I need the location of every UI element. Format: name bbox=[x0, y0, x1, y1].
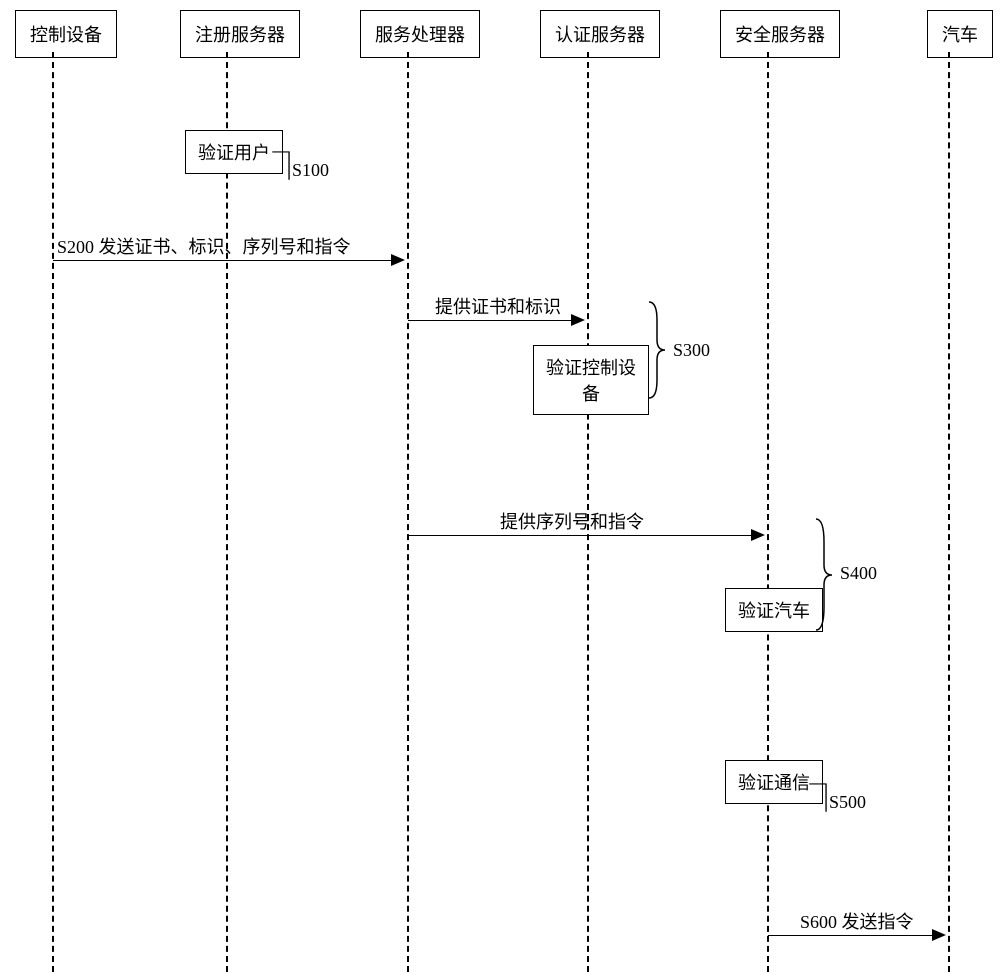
arrow-head-cert-id bbox=[571, 314, 585, 326]
lifeline-control-device bbox=[52, 52, 54, 972]
arrow-head-s200 bbox=[391, 254, 405, 266]
lifeline-service-processor bbox=[407, 52, 409, 972]
step-label-s300: S300 bbox=[673, 340, 710, 361]
participant-control-device: 控制设备 bbox=[15, 10, 117, 58]
participant-register-server: 注册服务器 bbox=[180, 10, 300, 58]
participant-auth-server: 认证服务器 bbox=[540, 10, 660, 58]
arrow-s200 bbox=[53, 260, 393, 261]
participant-service-processor: 服务处理器 bbox=[360, 10, 480, 58]
action-verify-device: 验证控制设 备 bbox=[533, 345, 649, 415]
action-verify-user: 验证用户 bbox=[185, 130, 283, 174]
message-s600: S600 发送指令 bbox=[800, 908, 914, 934]
action-verify-car: 验证汽车 bbox=[725, 588, 823, 632]
message-s200: S200 发送证书、标识、序列号和指令 bbox=[57, 233, 351, 259]
lifeline-register-server bbox=[226, 52, 228, 972]
brace-s400 bbox=[814, 517, 834, 632]
participant-security-server: 安全服务器 bbox=[720, 10, 840, 58]
lifeline-car bbox=[948, 52, 950, 972]
brace-s300 bbox=[647, 300, 667, 400]
arrow-seq-cmd bbox=[408, 535, 753, 536]
message-cert-id: 提供证书和标识 bbox=[435, 293, 561, 319]
arrow-cert-id bbox=[408, 320, 573, 321]
arrow-head-s600 bbox=[932, 929, 946, 941]
step-label-s100: S100 bbox=[292, 160, 329, 181]
arrow-head-seq-cmd bbox=[751, 529, 765, 541]
arrow-s600 bbox=[768, 935, 934, 936]
step-label-s500: S500 bbox=[829, 792, 866, 813]
participant-car: 汽车 bbox=[927, 10, 993, 58]
lifeline-security-server bbox=[767, 52, 769, 972]
step-label-s400: S400 bbox=[840, 563, 877, 584]
message-seq-cmd: 提供序列号和指令 bbox=[500, 508, 644, 534]
